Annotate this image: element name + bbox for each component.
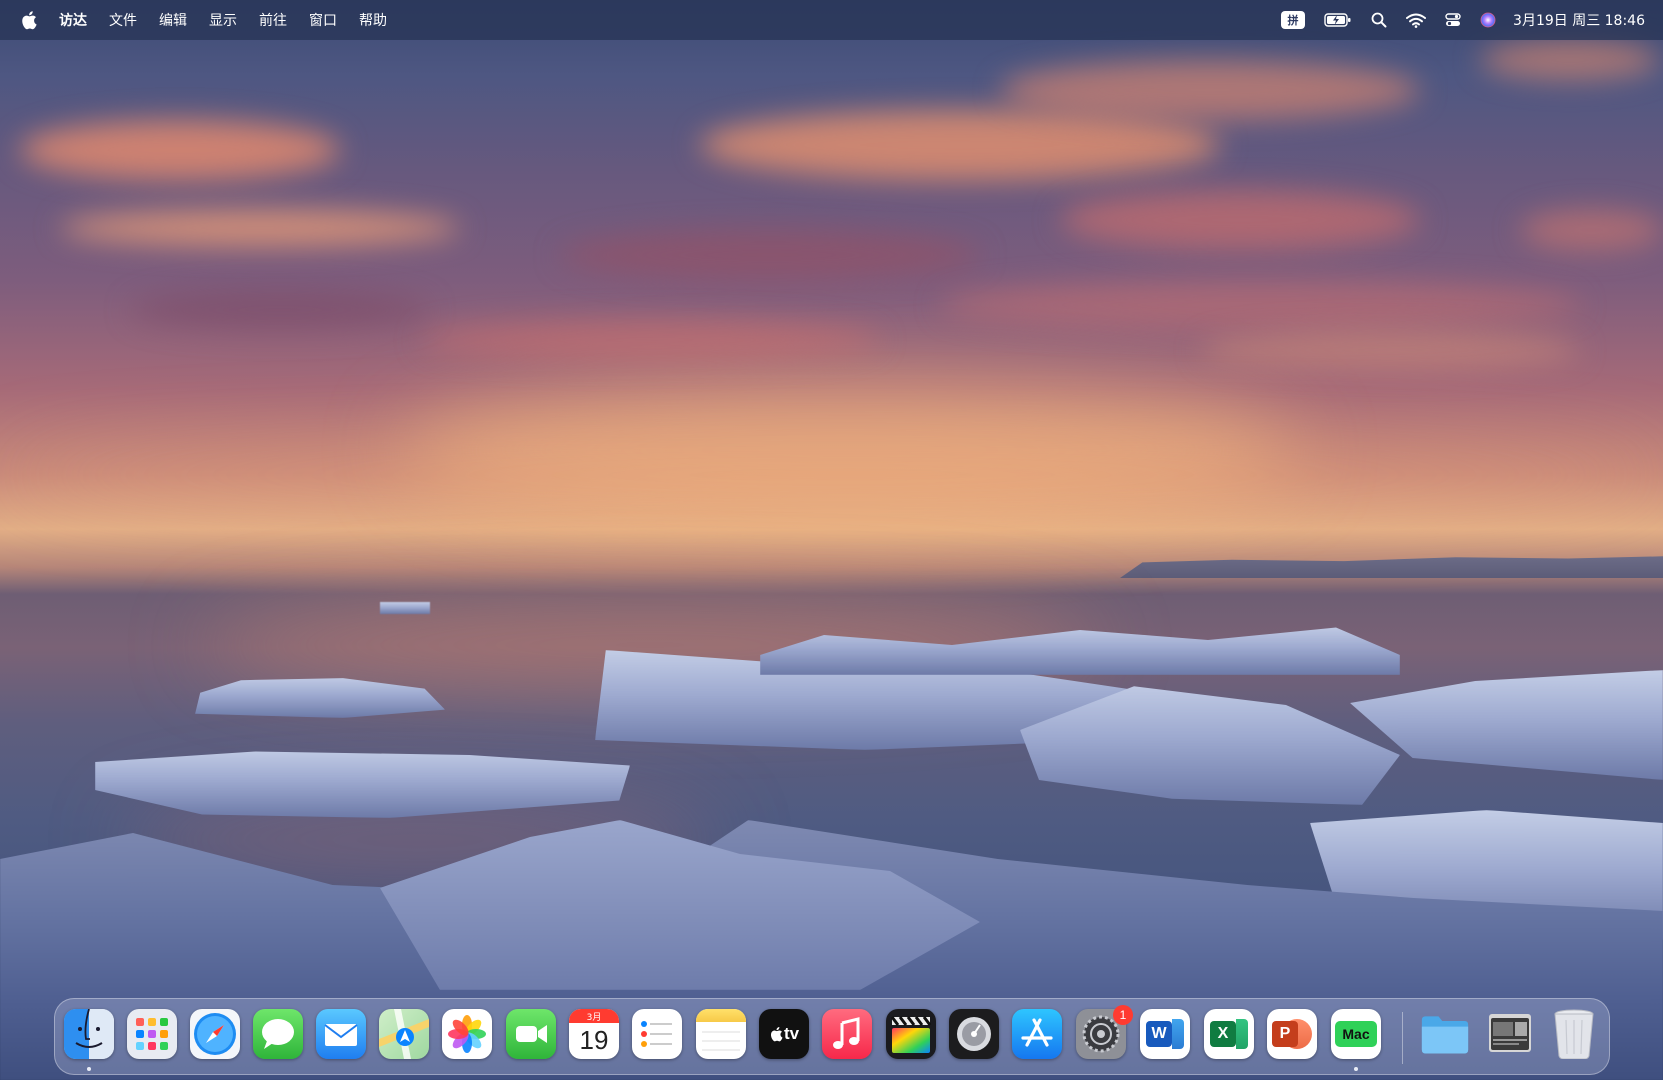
mac-app-running-indicator <box>1354 1067 1358 1071</box>
app-store-icon[interactable] <box>1012 1009 1062 1059</box>
menu-edit[interactable]: 编辑 <box>159 10 187 30</box>
messages-icon[interactable] <box>253 1009 303 1059</box>
word-letter: W <box>1151 1025 1167 1042</box>
logic-pro-icon[interactable] <box>949 1009 999 1059</box>
trash-icon[interactable] <box>1549 1009 1599 1059</box>
calendar-day: 19 <box>579 1025 609 1055</box>
menu-help[interactable]: 帮助 <box>359 10 387 30</box>
wifi-icon[interactable] <box>1406 13 1427 28</box>
menu-view[interactable]: 显示 <box>209 10 237 30</box>
mail-icon[interactable] <box>316 1009 366 1059</box>
mac-app-label: Mac <box>1342 1026 1370 1042</box>
desktop-wallpaper <box>0 0 1663 1080</box>
siri-icon[interactable] <box>1480 12 1496 28</box>
excel-icon[interactable]: X <box>1204 1009 1254 1059</box>
word-icon-doc <box>1172 1019 1184 1049</box>
spotlight-search-icon[interactable] <box>1371 12 1387 28</box>
facetime-icon[interactable] <box>506 1009 556 1059</box>
battery-charging-icon[interactable] <box>1324 13 1352 27</box>
word-icon[interactable]: W <box>1140 1009 1190 1059</box>
word-icon-tile: W <box>1146 1021 1172 1047</box>
excel-icon-sheet <box>1236 1019 1248 1049</box>
dock-separator <box>1402 1012 1403 1064</box>
powerpoint-icon[interactable]: P <box>1267 1009 1317 1059</box>
calendar-month: 3月 <box>569 1009 619 1023</box>
downloads-stack-icon[interactable] <box>1485 1009 1535 1059</box>
menu-go[interactable]: 前往 <box>259 10 287 30</box>
powerpoint-letter: P <box>1279 1025 1291 1042</box>
excel-letter: X <box>1217 1025 1229 1042</box>
powerpoint-icon-tile: P <box>1272 1021 1298 1047</box>
menu-window[interactable]: 窗口 <box>309 10 337 30</box>
finder-icon[interactable] <box>64 1009 114 1059</box>
apple-tv-icon[interactable]: tv <box>759 1009 809 1059</box>
maps-icon[interactable] <box>379 1009 429 1059</box>
menu-bar: 访达 文件 编辑 显示 前往 窗口 帮助 拼 3月19日 周三 18:46 <box>0 0 1663 40</box>
folder-icon[interactable] <box>1420 1009 1470 1059</box>
apple-tv-label: tv <box>783 1024 800 1043</box>
notes-icon[interactable] <box>696 1009 746 1059</box>
reminders-icon[interactable] <box>632 1009 682 1059</box>
finder-running-indicator <box>87 1067 91 1071</box>
system-settings-badge: 1 <box>1113 1005 1133 1025</box>
launchpad-icon[interactable] <box>127 1009 177 1059</box>
notes-icon-header <box>696 1009 746 1022</box>
final-cut-pro-icon[interactable] <box>886 1009 936 1059</box>
photos-icon[interactable] <box>442 1009 492 1059</box>
menu-file[interactable]: 文件 <box>109 10 137 30</box>
mac-app-tile: Mac <box>1335 1021 1377 1047</box>
music-icon[interactable] <box>822 1009 872 1059</box>
safari-icon[interactable] <box>190 1009 240 1059</box>
menu-clock[interactable]: 3月19日 周三 18:46 <box>1513 10 1645 30</box>
excel-icon-tile: X <box>1210 1021 1236 1047</box>
apple-logo-icon[interactable] <box>20 10 37 30</box>
calendar-icon[interactable]: 3月 19 <box>569 1009 619 1059</box>
menu-app-name[interactable]: 访达 <box>59 10 87 30</box>
mac-app-icon[interactable]: Mac <box>1331 1009 1381 1059</box>
control-center-icon[interactable] <box>1445 12 1461 28</box>
input-method-indicator[interactable]: 拼 <box>1281 11 1306 29</box>
